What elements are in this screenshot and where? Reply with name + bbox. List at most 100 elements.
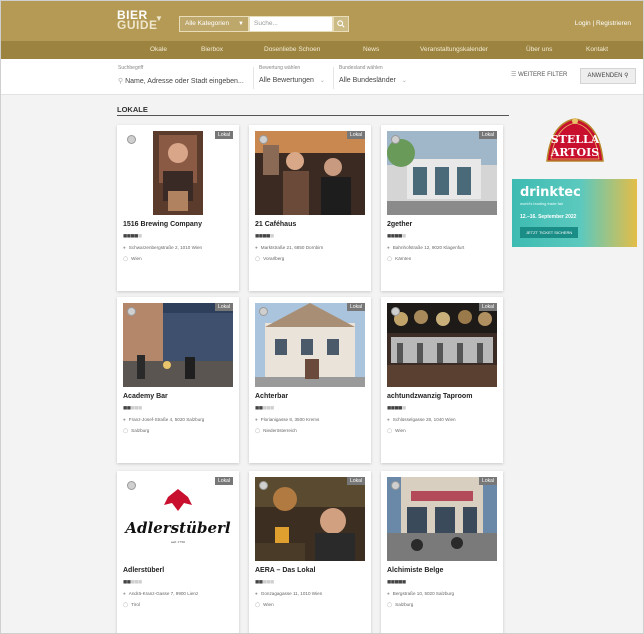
location-icon: ● — [255, 245, 258, 250]
venue-photo[interactable]: Adlerstüberl seit 1750 — [123, 477, 233, 561]
venue-address-row: ● Schwarzenbergstraße 2, 1010 Wien — [123, 245, 202, 250]
map-icon: ◯ — [255, 602, 261, 607]
keyword-field[interactable]: ⚲ Name, Adresse oder Stadt eingeben... — [118, 77, 244, 85]
section-title: LOKALE — [117, 105, 148, 114]
map-icon: ◯ — [123, 602, 129, 607]
stella-artois-ad[interactable]: STELLA ARTOIS — [515, 113, 635, 173]
category-badge: Lokal — [347, 131, 365, 139]
venue-region-row: ◯ Niederösterreich — [255, 428, 297, 434]
state-select[interactable]: Alle Bundesländer ⌄ — [339, 77, 407, 84]
search-button[interactable] — [333, 16, 349, 32]
nav-item-kontakt[interactable]: Kontakt — [586, 46, 608, 53]
favorite-icon[interactable] — [259, 307, 268, 316]
location-icon: ● — [255, 591, 258, 596]
venue-photo[interactable] — [255, 477, 365, 561]
venue-address-row: ● Schlüsselgasse 28, 1040 Wien — [387, 417, 456, 422]
rating-stars: ■■■■■ — [123, 405, 142, 412]
category-select[interactable]: Alle Kategorien ▼ — [179, 16, 249, 32]
venue-card[interactable]: Lokal 21 Caféhaus ■■■■■ ● Marktstraße 21, 68… — [249, 125, 371, 291]
favorite-icon[interactable] — [127, 481, 136, 490]
filter-icon: ☰ — [511, 72, 517, 78]
chevron-down-icon: ⌄ — [319, 78, 325, 84]
svg-text:Adlerstüberl: Adlerstüberl — [123, 519, 230, 537]
venue-photo[interactable] — [387, 131, 497, 215]
venue-name[interactable]: 2gether — [387, 221, 412, 228]
apply-button[interactable]: ANWENDEN ⚲ — [580, 68, 636, 84]
drinktec-subtitle: world's leading trade fair — [520, 201, 564, 206]
more-filters-button[interactable]: ☰ WEITERE FILTER — [511, 71, 567, 78]
venue-card[interactable]: Lokal 2gether ■■■■■ ● Bahnhofstraße 12, 9020… — [381, 125, 503, 291]
more-filters-label: WEITERE FILTER — [518, 72, 568, 78]
nav-item-bierbox[interactable]: Bierbox — [201, 46, 223, 53]
venue-region-row: ◯ Salzburg — [387, 602, 413, 608]
venue-region: Wien — [131, 256, 142, 261]
state-label: Bundesland wählen — [339, 65, 383, 71]
venue-name[interactable]: AERA – Das Lokal — [255, 567, 315, 574]
search-input[interactable]: Suche... — [249, 16, 333, 32]
nav-item-ueber-uns[interactable]: Über uns — [526, 46, 552, 53]
venue-card[interactable]: Lokal achtundzwanzig Taproom ■■■■■ ● Schlüss… — [381, 297, 503, 463]
login-register-link[interactable]: Login | Registrieren — [575, 20, 631, 27]
venue-photo[interactable] — [123, 303, 233, 387]
nav-item-news[interactable]: News — [363, 46, 379, 53]
map-icon: ◯ — [255, 256, 261, 261]
favorite-icon[interactable] — [127, 135, 136, 144]
venue-photo[interactable] — [255, 131, 365, 215]
search-icon — [337, 20, 345, 28]
venue-region-row: ◯ Vorarlberg — [255, 256, 284, 262]
venue-name[interactable]: Alchimiste Belge — [387, 567, 443, 574]
favorite-icon[interactable] — [127, 307, 136, 316]
venue-card[interactable]: Lokal AERA – Das Lokal ■■■■■ ● Gonzagagasse … — [249, 471, 371, 633]
favorite-icon[interactable] — [391, 481, 400, 490]
venue-name[interactable]: Academy Bar — [123, 393, 168, 400]
venue-name[interactable]: 1516 Brewing Company — [123, 221, 202, 228]
favorite-icon[interactable] — [259, 481, 268, 490]
venue-card[interactable]: Lokal Alchimiste Belge ■■■■■ ● Bergstraße 10… — [381, 471, 503, 633]
drinktec-cta-button[interactable]: JETZT TICKET SICHERN — [520, 227, 579, 238]
location-icon: ● — [123, 417, 126, 422]
venue-card[interactable]: Lokal Academy Bar ■■■■■ ● Franz-Josef-Straße… — [117, 297, 239, 463]
venue-region: Salzburg — [395, 602, 414, 607]
chevron-down-icon: ▼ — [155, 14, 163, 23]
search-placeholder: Suche... — [254, 20, 278, 27]
nav-item-lokale[interactable]: Okale — [150, 46, 167, 53]
venue-photo[interactable] — [123, 131, 233, 215]
venue-card[interactable]: Lokal 1516 Brewing Company ■■■■■ ● Schwarzen… — [117, 125, 239, 291]
section-divider — [117, 115, 509, 116]
nav-item-dosenliebe[interactable]: Dosenliebe Schoen — [264, 46, 320, 53]
venue-region: Kärnten — [395, 256, 412, 261]
venue-address: Schwarzenbergstraße 2, 1010 Wien — [128, 245, 203, 250]
keyword-placeholder: Name, Adresse oder Stadt eingeben... — [125, 78, 244, 85]
venue-photo[interactable] — [255, 303, 365, 387]
venue-address-row: ● Florianigasse 8, 3500 Krems — [255, 417, 319, 422]
venue-region: Niederösterreich — [263, 428, 297, 433]
venue-region: Tirol — [131, 602, 140, 607]
divider — [333, 67, 334, 89]
venue-card[interactable]: Lokal Achterbar ■■■■■ ● Florianigasse 8, 350… — [249, 297, 371, 463]
rating-select[interactable]: Alle Bewertungen ⌄ — [259, 77, 325, 84]
venue-name[interactable]: Achterbar — [255, 393, 288, 400]
venue-name[interactable]: 21 Caféhaus — [255, 221, 296, 228]
venue-photo[interactable] — [387, 477, 497, 561]
venue-region-row: ◯ Salzburg — [123, 428, 149, 434]
category-badge: Lokal — [479, 477, 497, 485]
venue-photo[interactable] — [387, 303, 497, 387]
venue-name[interactable]: achtundzwanzig Taproom — [387, 393, 472, 400]
venue-address: Marktstraße 21, 6850 Dornbirn — [260, 245, 324, 250]
search-icon: ⚲ — [118, 78, 124, 85]
drinktec-ad[interactable]: drinktec world's leading trade fair 12.–… — [512, 179, 637, 247]
search-icon: ⚲ — [624, 73, 629, 79]
venue-region: Salzburg — [131, 428, 150, 433]
venue-name[interactable]: Adlerstüberl — [123, 567, 164, 574]
drinktec-brand: drinktec — [520, 185, 581, 200]
map-icon: ◯ — [123, 256, 129, 261]
venue-card[interactable]: Adlerstüberl seit 1750 Lokal Adlerstüberl ■■… — [117, 471, 239, 633]
favorite-icon[interactable] — [259, 135, 268, 144]
state-select-value: Alle Bundesländer — [339, 77, 396, 84]
chevron-down-icon: ▼ — [238, 21, 244, 27]
favorite-icon[interactable] — [391, 135, 400, 144]
rating-stars: ■■■■■ — [255, 405, 274, 412]
favorite-icon[interactable] — [391, 307, 400, 316]
map-icon: ◯ — [123, 428, 129, 433]
nav-item-veranstaltungskalender[interactable]: Veranstaltungskalender — [420, 46, 488, 53]
